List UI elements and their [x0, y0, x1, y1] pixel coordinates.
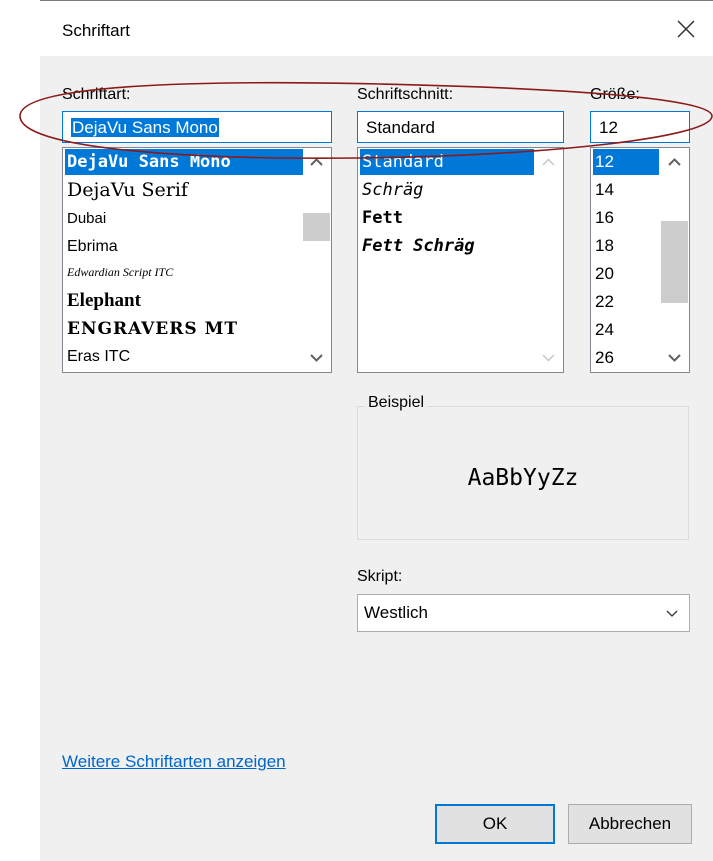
list-item[interactable]: Eras ITC [65, 344, 130, 370]
scrollbar-thumb[interactable] [661, 221, 688, 303]
font-family-scrollbar[interactable] [303, 149, 330, 371]
list-item[interactable]: 18 [593, 233, 614, 259]
font-family-list[interactable]: DejaVu Sans Mono DejaVu Serif Dubai Ebri… [62, 147, 332, 373]
font-size-input[interactable]: 12 [590, 111, 690, 143]
close-icon[interactable] [674, 17, 698, 41]
sample-label: Beispiel [365, 394, 428, 412]
font-family-label: Schriftart: [62, 86, 131, 103]
list-item[interactable]: 22 [593, 289, 614, 315]
sample-groupbox: Beispiel AaBbYyZz [357, 394, 689, 540]
font-style-list[interactable]: Standard Schräg Fett Fett Schräg [357, 147, 564, 373]
list-item[interactable]: Schräg [360, 177, 423, 203]
font-style-input[interactable]: Standard [357, 111, 564, 143]
chevron-down-icon [542, 354, 555, 362]
list-item[interactable]: 14 [593, 177, 614, 203]
cancel-button[interactable]: Abbrechen [568, 804, 692, 844]
scrollbar-thumb[interactable] [303, 213, 330, 241]
font-family-input-value: DejaVu Sans Mono [71, 118, 219, 137]
font-style-input-value: Standard [366, 118, 435, 137]
title-bar: Schriftart [40, 0, 713, 57]
list-item[interactable]: ENGRAVERS MT [65, 316, 238, 342]
list-item[interactable]: Standard [360, 149, 534, 175]
font-family-input[interactable]: DejaVu Sans Mono [62, 111, 332, 143]
chevron-up-icon[interactable] [661, 149, 688, 175]
list-item[interactable]: Fett [360, 205, 403, 231]
font-size-scrollbar[interactable] [661, 149, 688, 371]
font-style-scrollbar [535, 149, 562, 371]
list-item[interactable]: Fett Schräg [360, 233, 475, 259]
list-item[interactable]: Edwardian Script ITC [65, 260, 173, 284]
script-select[interactable]: Westlich [357, 594, 690, 632]
sample-text: AaBbYyZz [467, 465, 579, 491]
list-item[interactable]: Dubai [65, 206, 106, 232]
list-item[interactable]: 24 [593, 317, 614, 343]
font-style-label: Schriftschnitt: [357, 86, 454, 103]
chevron-down-icon [666, 610, 678, 617]
more-fonts-link[interactable]: Weitere Schriftarten anzeigen [62, 752, 286, 772]
list-item[interactable]: 26 [593, 345, 614, 371]
script-select-value: Westlich [364, 603, 428, 622]
list-item[interactable]: 12 [593, 149, 659, 175]
chevron-up-icon [542, 158, 555, 166]
list-item[interactable]: Ebrima [65, 234, 118, 260]
chevron-down-icon[interactable] [303, 345, 330, 371]
font-size-label: Größe: [590, 86, 640, 103]
font-size-input-value: 12 [599, 118, 618, 137]
dialog-title: Schriftart [62, 21, 131, 40]
chevron-up-icon[interactable] [303, 149, 330, 175]
ok-button[interactable]: OK [435, 804, 555, 844]
chevron-down-icon[interactable] [661, 345, 688, 371]
list-item[interactable]: 20 [593, 261, 614, 287]
script-label: Skript: [357, 568, 403, 585]
list-item[interactable]: DejaVu Sans Mono [65, 149, 304, 175]
font-size-list[interactable]: 12 14 16 18 20 22 24 26 [590, 147, 690, 373]
dialog-body: Schriftart: DejaVu Sans Mono DejaVu Sans… [40, 56, 713, 861]
list-item[interactable]: DejaVu Serif [65, 177, 188, 203]
list-item[interactable]: Elephant [65, 288, 141, 314]
list-item[interactable]: 16 [593, 205, 614, 231]
